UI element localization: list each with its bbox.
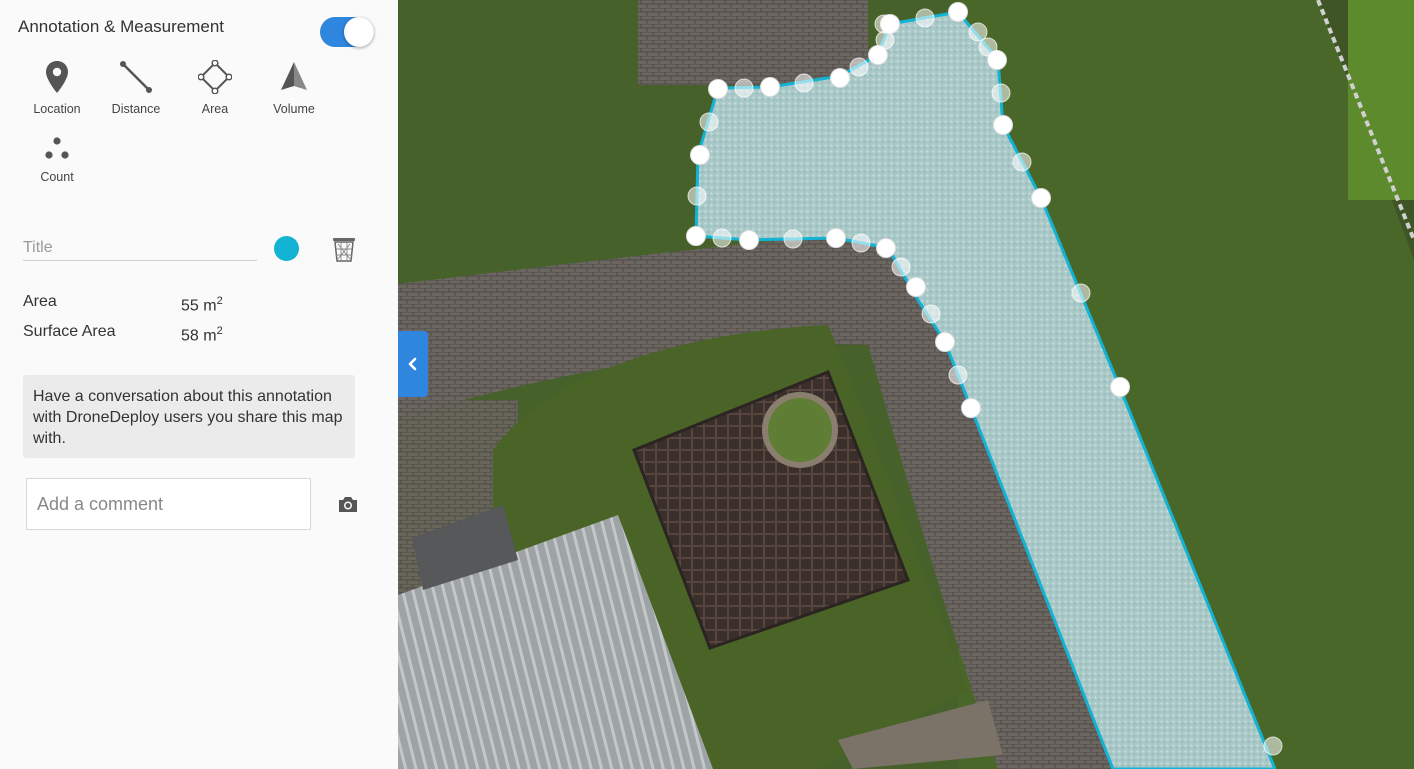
panel-title: Annotation & Measurement	[18, 17, 225, 36]
collapse-sidebar-button[interactable]	[398, 331, 428, 397]
color-picker[interactable]	[274, 236, 299, 261]
count-dots-icon	[45, 137, 69, 159]
surface-area-value: 58 m2	[181, 325, 223, 345]
tool-distance[interactable]: Distance	[98, 60, 174, 116]
conversation-info: Have a conversation about this annotatio…	[23, 375, 355, 458]
annotation-sidebar: Annotation & Measurement Location Distan…	[0, 0, 398, 769]
tool-label: Volume	[273, 102, 315, 116]
title-input[interactable]	[23, 236, 257, 261]
location-pin-icon	[46, 61, 68, 93]
area-value: 55 m2	[181, 295, 223, 315]
pyramid-volume-icon	[281, 62, 307, 90]
tool-label: Count	[40, 170, 74, 184]
aerial-map[interactable]	[398, 0, 1414, 769]
polygon-area-icon	[198, 60, 232, 94]
tool-volume[interactable]: Volume	[256, 60, 332, 116]
comment-input[interactable]	[26, 478, 311, 530]
chevron-left-icon	[408, 357, 417, 371]
map-imagery	[398, 0, 1414, 769]
tool-area[interactable]: Area	[177, 60, 253, 116]
tool-count[interactable]: Count	[19, 134, 95, 184]
tool-label: Area	[201, 102, 229, 116]
tool-label: Location	[33, 102, 81, 116]
area-label: Area	[23, 293, 57, 310]
surface-area-label: Surface Area	[23, 323, 116, 340]
annotation-toggle[interactable]	[320, 17, 374, 47]
trash-icon[interactable]	[332, 236, 356, 262]
camera-icon[interactable]	[338, 495, 358, 513]
tool-label: Distance	[111, 102, 161, 116]
toggle-knob	[344, 17, 374, 47]
tool-location[interactable]: Location	[19, 60, 95, 116]
ruler-line-icon	[120, 61, 152, 93]
